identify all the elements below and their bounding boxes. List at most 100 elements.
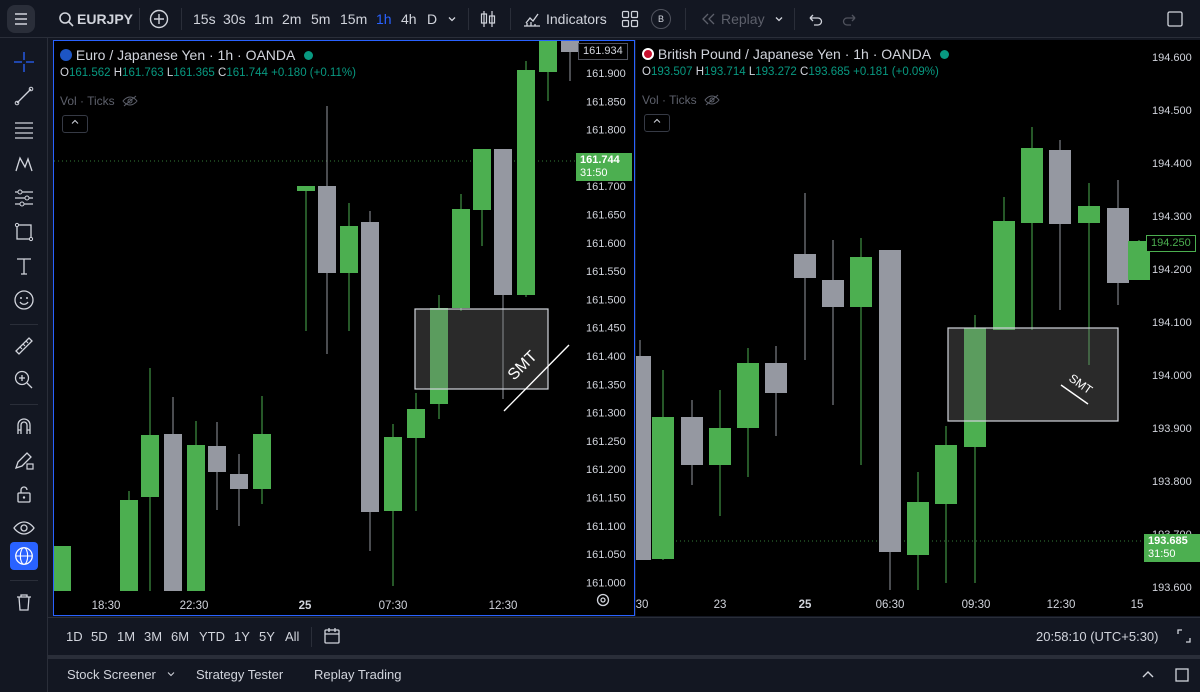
- pencil-lock-icon: [14, 452, 34, 470]
- price-axis-label: 161.850: [586, 96, 626, 108]
- range-1y[interactable]: 1Y: [234, 629, 250, 644]
- text-tool[interactable]: [8, 250, 40, 282]
- interval-15m[interactable]: 15m: [340, 0, 367, 38]
- top-toolbar: EURJPY 15s 30s 1m 2m 5m 15m 1h 4h D Indi…: [0, 0, 1200, 38]
- remove-drawings-tool[interactable]: [8, 586, 40, 618]
- symbol-title[interactable]: Euro / Japanese Yen · 1h · OANDA: [76, 47, 295, 63]
- interval-5m[interactable]: 5m: [311, 0, 330, 38]
- high-label: H: [113, 67, 123, 79]
- trend-line-icon: [14, 86, 34, 106]
- interval-1m[interactable]: 1m: [254, 0, 273, 38]
- range-ytd[interactable]: YTD: [199, 629, 225, 644]
- eu-flag-icon: [60, 49, 72, 61]
- collapse-panel-button[interactable]: [1140, 667, 1156, 688]
- b-badge-button[interactable]: B: [651, 0, 671, 38]
- hide-drawings-tool[interactable]: [8, 512, 40, 544]
- volume-legend[interactable]: Vol · Ticks: [60, 94, 138, 108]
- undo-button[interactable]: [806, 0, 824, 38]
- volume-legend[interactable]: Vol · Ticks: [642, 93, 720, 107]
- candle-body: [120, 500, 138, 591]
- unlock-icon: [17, 486, 31, 503]
- price-axis-label: 161.100: [586, 521, 626, 533]
- interval-30s[interactable]: 30s: [223, 0, 246, 38]
- eye-off-icon[interactable]: [122, 95, 138, 107]
- pattern-tool[interactable]: [8, 148, 40, 180]
- chevron-up-icon: [653, 118, 661, 123]
- tab-strategy-tester[interactable]: Strategy Tester: [196, 667, 283, 682]
- candle-body: [452, 209, 470, 308]
- replay-button[interactable]: Replay: [700, 0, 765, 38]
- zoom-tool[interactable]: [8, 364, 40, 396]
- rewind-icon: [702, 13, 715, 25]
- stay-drawing-tool[interactable]: [8, 444, 40, 476]
- compare-symbol-button[interactable]: [149, 0, 169, 38]
- grid-icon: [621, 10, 639, 28]
- time-axis-label: 06:30: [876, 599, 905, 611]
- sync-drawings-tool[interactable]: [10, 542, 38, 570]
- range-6m[interactable]: 6M: [171, 629, 189, 644]
- interval-label: 1h: [376, 11, 392, 27]
- trend-line-tool[interactable]: [8, 80, 40, 112]
- price-axis-label: 194.500: [1152, 105, 1192, 117]
- maximize-panel-button[interactable]: [1176, 628, 1192, 649]
- candle-body: [737, 363, 759, 428]
- collapse-legend-button[interactable]: [644, 114, 670, 132]
- symbol-search[interactable]: EURJPY: [58, 0, 133, 38]
- maximize-panel-button[interactable]: [1174, 667, 1190, 688]
- tab-stock-screener[interactable]: Stock Screener: [67, 667, 176, 682]
- fullscreen-button[interactable]: [1165, 0, 1185, 38]
- interval-dropdown[interactable]: [446, 0, 458, 38]
- open-label: O: [60, 67, 69, 79]
- symbol-title[interactable]: British Pound / Japanese Yen · 1h · OAND…: [658, 46, 930, 62]
- high-value: 193.714: [704, 66, 746, 78]
- candle-body: [187, 445, 205, 591]
- chart-pane-gbpjpy[interactable]: 194.600 194.500 194.400 194.300 194.200 194.1…: [636, 40, 1200, 616]
- indicators-icon: [524, 13, 540, 27]
- chart-legend: Euro / Japanese Yen · 1h · OANDA: [60, 47, 314, 63]
- chart-type-button[interactable]: [478, 0, 498, 38]
- price-axis-label: 193.900: [1152, 423, 1192, 435]
- high-label: H: [695, 66, 705, 78]
- settings-button[interactable]: [595, 592, 611, 613]
- replay-dropdown[interactable]: [773, 0, 785, 38]
- shapes-tool[interactable]: [8, 216, 40, 248]
- gear-icon: [596, 593, 610, 607]
- measure-tool[interactable]: [8, 330, 40, 362]
- collapse-legend-button[interactable]: [62, 115, 88, 133]
- interval-4h[interactable]: 4h: [401, 0, 417, 38]
- goto-date-button[interactable]: [322, 626, 342, 651]
- redo-icon: [842, 14, 856, 26]
- volume-label: Vol · Ticks: [642, 93, 697, 107]
- lock-drawings-tool[interactable]: [8, 478, 40, 510]
- interval-1h[interactable]: 1h: [376, 0, 392, 38]
- emoji-tool[interactable]: [8, 284, 40, 316]
- candle-body: [1078, 206, 1100, 223]
- bar-countdown: 31:50: [580, 167, 608, 179]
- range-all[interactable]: All: [285, 629, 299, 644]
- tab-replay-trading[interactable]: Replay Trading: [314, 667, 401, 682]
- interval-d[interactable]: D: [427, 0, 437, 38]
- eye-off-icon[interactable]: [704, 94, 720, 106]
- range-1m[interactable]: 1M: [117, 629, 135, 644]
- candle-body: [208, 446, 226, 472]
- range-1d[interactable]: 1D: [66, 629, 83, 644]
- indicators-button[interactable]: Indicators: [522, 0, 607, 38]
- range-3m[interactable]: 3M: [144, 629, 162, 644]
- range-5y[interactable]: 5Y: [259, 629, 275, 644]
- clock-timezone[interactable]: 20:58:10 (UTC+5:30): [1036, 629, 1158, 644]
- chart-pane-eurjpy[interactable]: 161.900161.850161.800161.750161.700161.6…: [53, 40, 635, 616]
- fib-tool[interactable]: [8, 114, 40, 146]
- layouts-button[interactable]: [621, 0, 639, 38]
- menu-button[interactable]: [6, 0, 36, 38]
- redo-button[interactable]: [841, 0, 859, 38]
- magnet-tool[interactable]: [8, 410, 40, 442]
- price-axis-label: 161.450: [586, 323, 626, 335]
- crosshair-tool[interactable]: [8, 46, 40, 78]
- range-5d[interactable]: 5D: [91, 629, 108, 644]
- forecast-tool[interactable]: [8, 182, 40, 214]
- chart-legend: British Pound / Japanese Yen · 1h · OAND…: [642, 46, 950, 62]
- price-axis-label: 161.300: [586, 408, 626, 420]
- interval-15s[interactable]: 15s: [193, 0, 216, 38]
- interval-2m[interactable]: 2m: [282, 0, 301, 38]
- eurjpy-candles: 161.900161.850161.800161.750161.700161.6…: [54, 41, 626, 612]
